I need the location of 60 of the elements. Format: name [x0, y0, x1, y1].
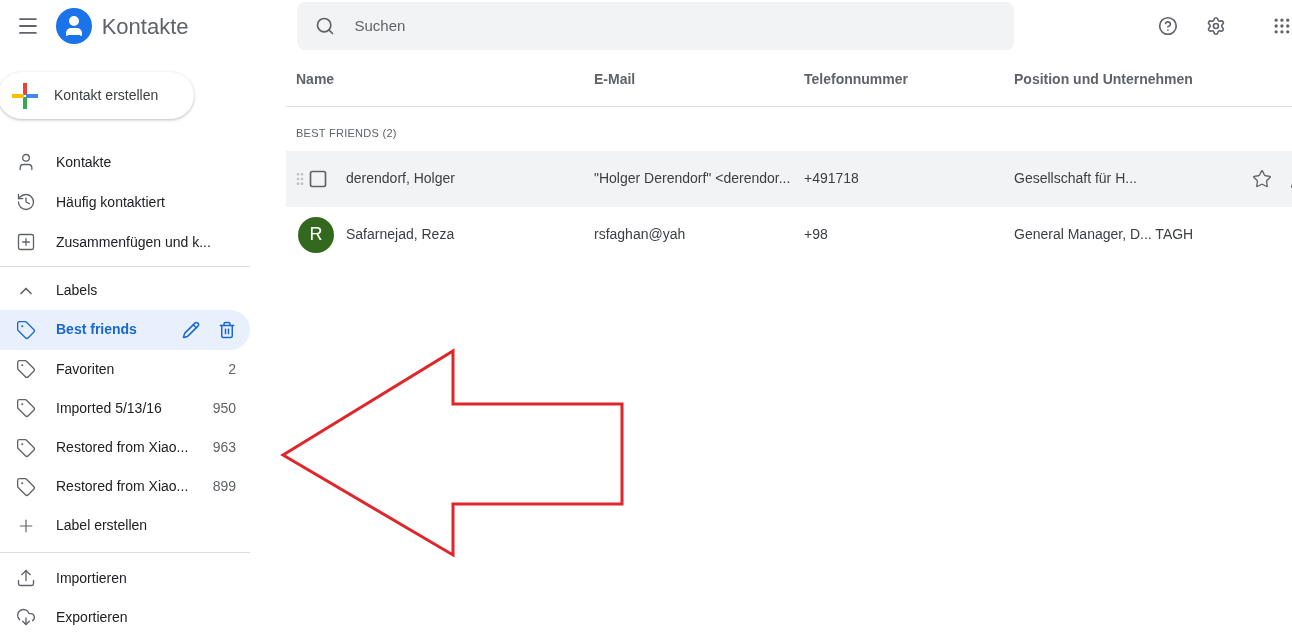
label-item[interactable]: Restored from Xiao... 963 [0, 427, 250, 468]
label-count: 899 [212, 477, 236, 497]
table-cell-text: derendorf, Holger [346, 169, 456, 188]
nav-item[interactable]: Kontakte [0, 142, 250, 183]
create-contact-button[interactable]: Kontakt erstellen [0, 72, 194, 120]
label-icon [16, 476, 36, 497]
search-input[interactable]: Suchen [354, 14, 1015, 38]
nav-item[interactable]: Exportieren [0, 597, 250, 637]
label-name: Restored from Xiao... [56, 438, 190, 458]
label-item[interactable]: Imported 5/13/16 950 [0, 388, 250, 428]
create-label-item[interactable]: Label erstellen [0, 506, 276, 546]
label-name: Imported 5/13/16 [56, 398, 163, 418]
column-header[interactable]: Name [296, 68, 594, 90]
search-icon [314, 16, 335, 36]
label-name: Restored from Xiao... [56, 477, 190, 497]
labels-header[interactable]: Labels [0, 271, 276, 311]
cloud-icon [16, 607, 36, 628]
label-item[interactable]: Favoriten 2 [0, 349, 250, 389]
contact-row[interactable]: derendorf, Holger "Holger Derendorf" <derendor... +491718 Gesellschaft für H... [286, 150, 1292, 207]
avatar: R [298, 216, 334, 253]
trash-icon[interactable] [218, 320, 236, 339]
app-logo-icon [55, 8, 92, 44]
label-icon [16, 359, 36, 380]
column-header[interactable]: Position und Unternehmen [1014, 68, 1244, 90]
search-field[interactable]: Suchen [296, 2, 1015, 50]
apps-icon[interactable] [1272, 16, 1292, 36]
contact-row[interactable]: R Safarnejad, Reza rsfaghan@yah +98 General Manager, D... TAGH [286, 206, 1292, 263]
label-icon [16, 437, 36, 458]
pencil-icon[interactable] [182, 320, 200, 339]
nav-item[interactable]: Häufig kontaktiert [0, 182, 250, 223]
label-item[interactable]: Best friends [0, 310, 250, 350]
nav-item[interactable]: Importieren [0, 558, 250, 598]
label-count: 2 [228, 359, 236, 379]
label-name: Best friends [56, 320, 138, 340]
checkbox[interactable] [308, 168, 328, 189]
column-header[interactable]: Telefonnummer [804, 68, 1014, 90]
settings-icon[interactable] [1206, 16, 1227, 36]
label-item[interactable]: Restored from Xiao... 899 [0, 467, 250, 507]
column-header[interactable]: E-Mail [594, 68, 804, 90]
help-icon[interactable] [1158, 16, 1179, 36]
star-icon[interactable] [1252, 168, 1272, 189]
table-cell-text: "Holger Derendorf" <derendor... [594, 169, 792, 188]
nav-item[interactable]: Zusammenfügen und k... [0, 222, 250, 263]
table-cell-text: +98 [804, 225, 829, 244]
plus-icon [12, 82, 38, 109]
label-icon [16, 398, 36, 419]
history-icon [16, 192, 36, 213]
table-cell-text: +491718 [804, 169, 860, 188]
merge-icon [16, 232, 36, 253]
label-count: 963 [212, 438, 236, 458]
table-cell-text: Safarnejad, Reza [346, 225, 456, 244]
table-cell-text: rsfaghan@yah [594, 225, 687, 244]
app-title: Kontakte [101, 12, 189, 41]
group-heading: BEST FRIENDS (2) [295, 126, 397, 141]
label-icon [16, 319, 36, 340]
upload-icon [16, 568, 36, 589]
table-cell-text: General Manager, D... TAGH [1014, 225, 1195, 244]
table-cell-text: Gesellschaft für H... [1014, 169, 1138, 188]
label-count: 950 [212, 398, 236, 418]
label-name: Favoriten [56, 359, 116, 379]
